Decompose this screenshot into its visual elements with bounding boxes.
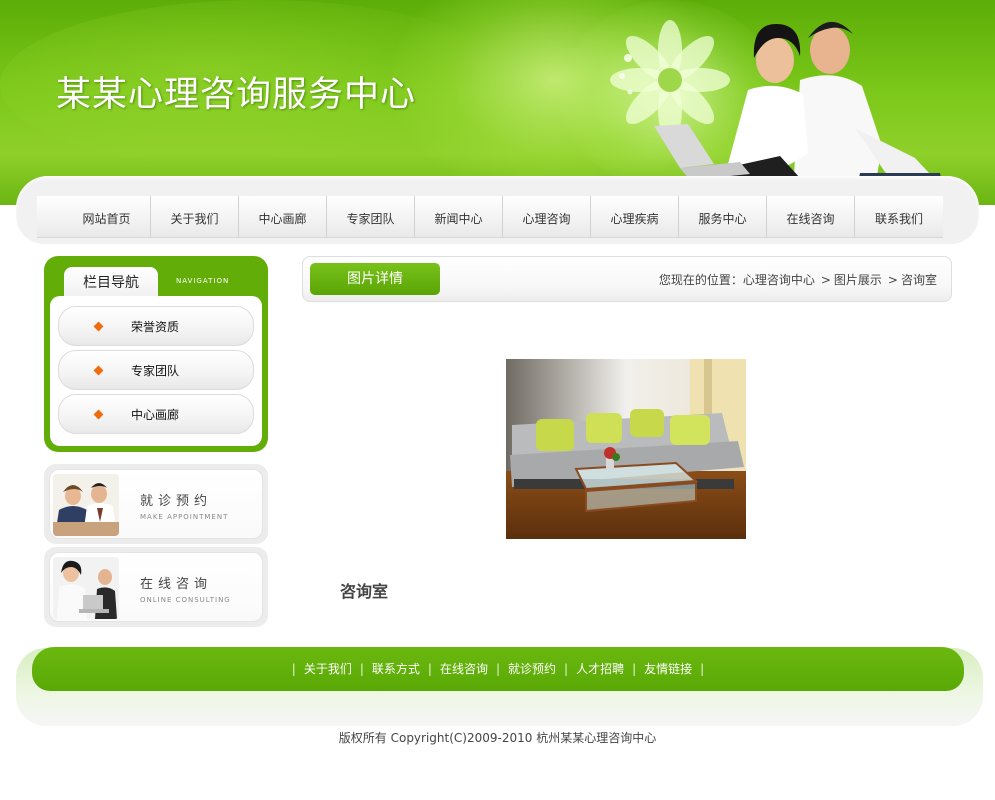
sidebar-item-label: 专家团队 bbox=[131, 364, 180, 378]
copyright: 版权所有 Copyright(C)2009-2010 杭州某某心理咨询中心 bbox=[338, 731, 657, 745]
content-header: 图片详情 您现在的位置：心理咨询中心 > 图片展示 > 咨询室 bbox=[302, 256, 952, 302]
footer-link-about[interactable]: 关于我们 bbox=[304, 662, 352, 676]
footer-separator: | bbox=[495, 662, 501, 676]
sidebar-item-gallery[interactable]: 中心画廊 bbox=[58, 394, 254, 434]
footer-bar: | 关于我们 | 联系方式 | 在线咨询 | 就诊预约 | 人才招聘 | 友情链接 | bbox=[32, 647, 964, 691]
sidebar-title: 栏目导航 bbox=[64, 267, 158, 297]
footer-separator: | bbox=[427, 662, 432, 676]
nav-item-contact[interactable]: 联系我们 bbox=[855, 196, 943, 238]
breadcrumb-home[interactable]: 心理咨询中心 bbox=[743, 273, 815, 287]
footer-link-friends[interactable]: 友情链接 bbox=[644, 662, 692, 676]
footer-separator: | bbox=[291, 662, 296, 676]
footer-link-online-consult[interactable]: 在线咨询 bbox=[440, 662, 488, 676]
nav-item-services[interactable]: 服务中心 bbox=[679, 196, 767, 238]
footer-link-appointment[interactable]: 就诊预约 bbox=[508, 662, 556, 676]
main-navigation: 网站首页 关于我们 中心画廊 专家团队 新闻中心 心理咨询 心理疾病 服务中心 … bbox=[37, 196, 943, 238]
breadcrumb-separator: > bbox=[820, 273, 831, 287]
footer-separator: | bbox=[700, 662, 705, 676]
nav-item-online-consult[interactable]: 在线咨询 bbox=[767, 196, 855, 238]
sidebar-item-label: 中心画廊 bbox=[131, 408, 180, 422]
footer-separator: | bbox=[632, 662, 637, 676]
online-consult-photo bbox=[53, 557, 119, 619]
nav-item-news[interactable]: 新闻中心 bbox=[415, 196, 503, 238]
online-consult-promo-card: 在线咨询 ONLINE CONSULTING bbox=[49, 552, 263, 622]
doctor-consult-photo bbox=[53, 474, 119, 536]
appointment-promo-card: 就诊预约 MAKE APPOINTMENT bbox=[49, 469, 263, 539]
sidebar-title-en: NAVIGATION bbox=[176, 277, 230, 285]
footer-links: | 关于我们 | 联系方式 | 在线咨询 | 就诊预约 | 人才招聘 | 友情链接 | bbox=[32, 647, 964, 691]
online-consult-promo[interactable]: 在线咨询 ONLINE CONSULTING bbox=[44, 547, 268, 627]
section-title: 图片详情 bbox=[310, 263, 440, 295]
site-title: 某某心理咨询服务中心 bbox=[56, 75, 417, 115]
sidebar-list: 荣誉资质 专家团队 中心画廊 bbox=[50, 296, 262, 446]
breadcrumb: 您现在的位置：心理咨询中心 > 图片展示 > 咨询室 bbox=[659, 271, 937, 288]
sidebar-item-honors[interactable]: 荣誉资质 bbox=[58, 306, 254, 346]
breadcrumb-current: 咨询室 bbox=[900, 273, 937, 287]
online-consult-subtitle: ONLINE CONSULTING bbox=[140, 596, 231, 604]
bullet-icon bbox=[93, 409, 104, 420]
sidebar-item-label: 荣誉资质 bbox=[131, 320, 180, 334]
header-banner: 某某心理咨询服务中心 bbox=[0, 0, 995, 205]
nav-item-consulting[interactable]: 心理咨询 bbox=[503, 196, 591, 238]
sidebar-navigation: 栏目导航 NAVIGATION 荣誉资质 专家团队 中心画廊 bbox=[44, 256, 268, 452]
nav-item-about[interactable]: 关于我们 bbox=[151, 196, 239, 238]
bullet-icon bbox=[93, 321, 104, 332]
online-consult-title: 在线咨询 bbox=[140, 577, 213, 592]
photo-caption: 咨询室 bbox=[340, 582, 389, 601]
appointment-subtitle: MAKE APPOINTMENT bbox=[140, 513, 229, 521]
bullet-icon bbox=[93, 365, 104, 376]
breadcrumb-separator: > bbox=[887, 273, 898, 287]
breadcrumb-level1[interactable]: 图片展示 bbox=[834, 273, 882, 287]
nav-item-home[interactable]: 网站首页 bbox=[63, 196, 151, 238]
nav-item-experts[interactable]: 专家团队 bbox=[327, 196, 415, 238]
nav-item-disorders[interactable]: 心理疾病 bbox=[591, 196, 679, 238]
nav-item-gallery[interactable]: 中心画廊 bbox=[239, 196, 327, 238]
footer-link-jobs[interactable]: 人才招聘 bbox=[576, 662, 624, 676]
appointment-title: 就诊预约 bbox=[140, 494, 213, 509]
footer-separator: | bbox=[359, 662, 364, 676]
sidebar-item-experts[interactable]: 专家团队 bbox=[58, 350, 254, 390]
breadcrumb-prefix: 您现在的位置： bbox=[658, 273, 743, 287]
footer-link-contact-info[interactable]: 联系方式 bbox=[372, 662, 420, 676]
consultation-room-photo bbox=[506, 359, 746, 539]
appointment-promo[interactable]: 就诊预约 MAKE APPOINTMENT bbox=[44, 464, 268, 544]
footer-separator: | bbox=[564, 662, 569, 676]
